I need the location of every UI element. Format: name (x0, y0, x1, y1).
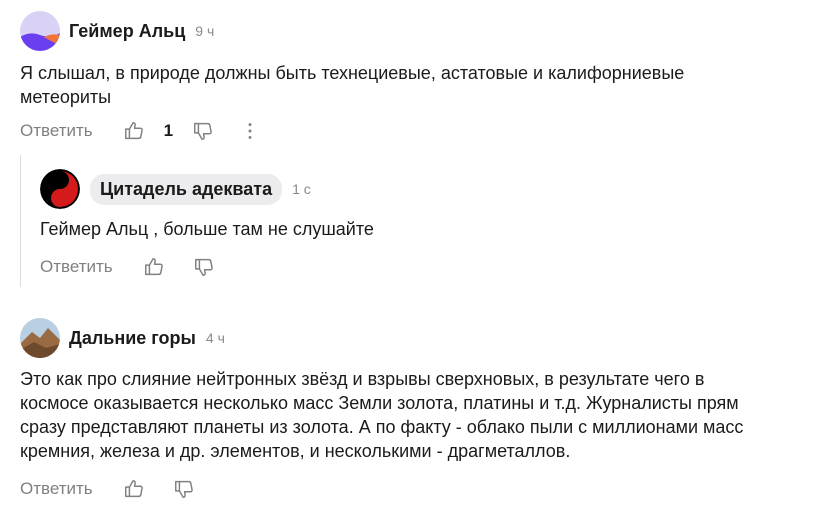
comment-text: Это как про слияние нейтронных звёзд и в… (20, 367, 820, 463)
author-name[interactable]: Дальние горы (69, 328, 196, 349)
timestamp: 4 ч (205, 330, 225, 346)
comment-text: Я слышал, в природе должны быть технецие… (20, 61, 800, 109)
thumbs-up-icon[interactable] (123, 120, 145, 142)
thumbs-down-icon[interactable] (173, 478, 195, 500)
comment-actions: Ответить (20, 478, 195, 500)
thumbs-down-icon[interactable] (192, 120, 214, 142)
comment-text: Геймер Альц , больше там не слушайте (40, 219, 374, 239)
comment-text-line: космосе оказывается несколько масс Земли… (20, 393, 739, 413)
timestamp: 9 ч (195, 23, 215, 39)
comment-text-line: сразу представляют планеты из золота. А … (20, 417, 744, 437)
reply-button[interactable]: Ответить (40, 257, 113, 277)
avatar[interactable] (40, 169, 80, 209)
author-name[interactable]: Геймер Альц (69, 21, 185, 42)
comment-actions: Ответить (40, 256, 215, 278)
thumbs-up-icon[interactable] (143, 256, 165, 278)
comment-text-line: Это как про слияние нейтронных звёзд и в… (20, 369, 705, 389)
avatar[interactable] (20, 318, 60, 358)
thread-line (20, 155, 21, 287)
comment-actions: Ответить 1 (20, 120, 261, 142)
comment-header: Цитадель адеквата 1 с (40, 169, 311, 209)
comment-text-line: Я слышал, в природе должны быть технецие… (20, 63, 685, 83)
likes-count: 1 (163, 121, 174, 140)
author-name[interactable]: Цитадель адеквата (90, 173, 283, 205)
timestamp: 1 с (292, 181, 311, 197)
comment-text-line: метеориты (20, 87, 112, 107)
more-vertical-icon[interactable] (239, 120, 261, 142)
comment-header: Дальние горы 4 ч (20, 318, 225, 358)
thumbs-up-icon[interactable] (123, 478, 145, 500)
reply-button[interactable]: Ответить (20, 479, 93, 499)
thumbs-down-icon[interactable] (193, 256, 215, 278)
comment-text-line: кремния, железа и др. элементов, и неско… (20, 441, 571, 461)
avatar[interactable] (20, 11, 60, 51)
comment-header: Геймер Альц 9 ч (20, 11, 214, 51)
reply-button[interactable]: Ответить (20, 121, 93, 141)
